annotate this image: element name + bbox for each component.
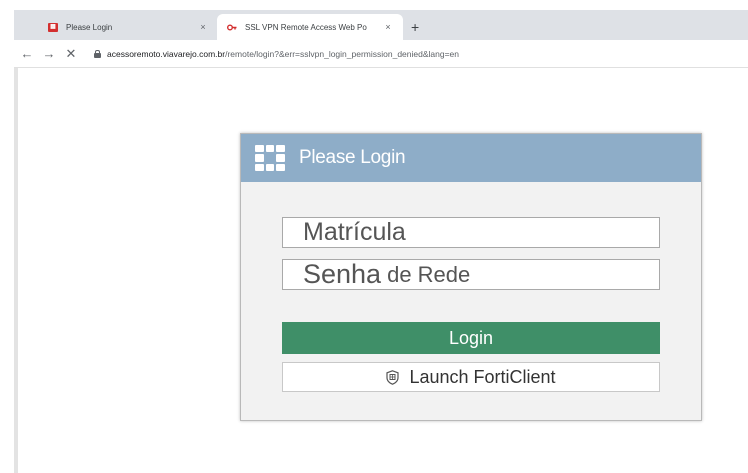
lock-icon[interactable] [94,50,101,58]
address-bar[interactable]: acessoremoto.viavarejo.com.br/remote/log… [90,45,740,63]
tab-title: Please Login [66,22,113,32]
shield-icon [386,369,400,385]
login-button[interactable]: Login [282,322,660,354]
fortinet-logo-icon [255,145,285,171]
close-icon[interactable]: × [381,22,395,32]
stop-button[interactable]: ✕ [62,46,80,62]
close-icon[interactable]: × [196,22,210,32]
username-value: Matrícula [303,218,406,246]
password-value-main: Senha [303,259,382,289]
forticlient-label: Launch FortiClient [409,366,556,387]
url-path: /remote/login?&err=sslvpn_login_permissi… [225,49,460,59]
tab-please-login[interactable]: ▦ Please Login × [38,14,218,40]
tab-ssl-vpn[interactable]: SSL VPN Remote Access Web Po × [217,14,403,40]
tab-title: SSL VPN Remote Access Web Po [245,22,367,32]
fortinet-favicon-icon: ▦ [48,22,58,32]
password-value-suffix: de Rede [387,261,471,287]
login-header: Please Login [241,134,701,182]
forward-button[interactable]: → [40,46,58,61]
password-field[interactable]: Senha de Rede [282,259,660,290]
username-field[interactable]: Matrícula [282,217,660,248]
login-panel: Please Login Matrícula Senha de Rede Log… [240,133,702,421]
launch-forticlient-button[interactable]: Launch FortiClient [282,362,660,392]
window-edge [14,10,18,473]
key-favicon-icon [227,23,237,32]
login-title: Please Login [299,147,406,168]
back-button[interactable]: ← [18,46,36,61]
new-tab-button[interactable]: + [411,20,419,34]
browser-toolbar: ← → ✕ acessoremoto.viavarejo.com.br/remo… [14,40,748,68]
tab-strip: ▦ Please Login × SSL VPN Remote Access W… [14,10,748,40]
url-host: acessoremoto.viavarejo.com.br [107,49,226,59]
